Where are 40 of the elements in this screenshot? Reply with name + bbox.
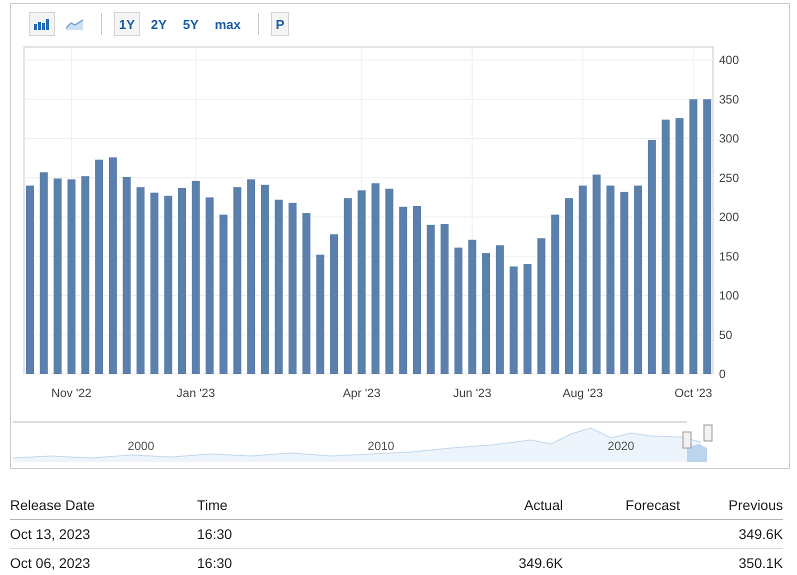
axis-label: 200 [719, 210, 740, 224]
timeline-label: 2010 [368, 439, 394, 453]
column-header: Actual [317, 491, 563, 520]
range-button[interactable]: max [210, 12, 246, 36]
range-button[interactable]: 5Y [178, 12, 204, 36]
line-chart-icon [66, 18, 84, 30]
bar-chart-icon [34, 18, 50, 30]
column-header: Previous [680, 491, 783, 520]
axis-label: 250 [719, 170, 740, 185]
axis-label: 0 [719, 367, 726, 381]
axis-label: Apr '23 [342, 386, 380, 400]
timeline-label: 2020 [608, 439, 634, 453]
column-header: Release Date [10, 491, 197, 520]
axis-label: 150 [719, 249, 740, 264]
table-cell: Oct 06, 2023 [10, 549, 197, 575]
axis-label: Jan '23 [176, 386, 215, 400]
range-handle[interactable] [704, 424, 712, 442]
column-header: Time [197, 491, 317, 520]
axis-label: Jun '23 [453, 386, 492, 400]
print-button[interactable]: P [270, 12, 290, 36]
column-header: Forecast [563, 491, 680, 520]
chart-type-button[interactable] [29, 12, 55, 36]
axis-label: 100 [719, 288, 740, 302]
axis-label: 350 [719, 92, 740, 106]
range-button[interactable]: 2Y [146, 12, 172, 36]
table-cell: 350.1K [680, 549, 783, 575]
axis-label: Nov '22 [51, 386, 92, 400]
axis-label: 50 [719, 328, 732, 342]
table-cell: 349.6K [317, 549, 563, 575]
axis-label: 300 [719, 132, 740, 146]
range-handle[interactable] [682, 432, 692, 448]
range-button[interactable]: 1Y [114, 12, 140, 36]
axis-label: Oct '23 [674, 386, 712, 400]
table-cell: 16:30 [197, 549, 317, 575]
table-cell: Oct 13, 2023 [10, 520, 197, 549]
axis-label: 400 [719, 53, 740, 67]
table-cell: 16:30 [197, 520, 317, 549]
table-cell: 349.6K [680, 520, 783, 549]
timeline-label: 2000 [128, 439, 154, 453]
axis-label: Aug '23 [562, 386, 603, 400]
